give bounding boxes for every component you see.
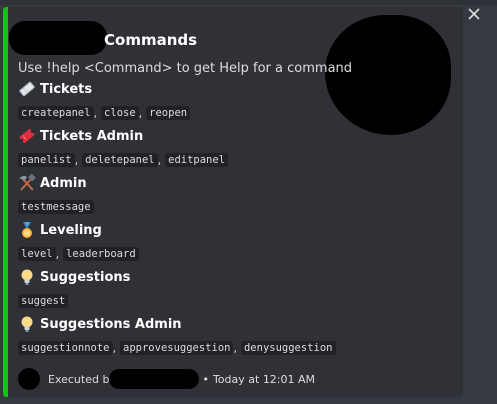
footer-timestamp: Today at 12:01 AM <box>212 372 316 386</box>
field-value-suggestions: suggest <box>18 293 130 309</box>
ticket-icon <box>18 80 36 98</box>
command-code: testmessage <box>18 200 94 214</box>
command-code: editpanel <box>165 153 229 167</box>
command-code: deletepanel <box>82 153 158 167</box>
command-code: panelist <box>18 153 75 167</box>
embed-footer: Executed b • Today at 12:01 AM <box>18 368 315 390</box>
field-name-tickets-admin: Tickets Admin <box>40 128 144 144</box>
command-code: close <box>101 106 139 120</box>
field-name-suggestions: Suggestions <box>40 269 131 285</box>
field-name-tickets: Tickets <box>40 81 93 97</box>
top-strip <box>0 0 497 5</box>
hammer-and-pick-icon <box>18 174 36 192</box>
field-tickets: Tickets createpanel, close, reopen <box>18 79 191 121</box>
admission-ticket-icon <box>18 127 36 145</box>
command-code: leaderboard <box>63 247 139 261</box>
command-code: createpanel <box>18 106 94 120</box>
light-bulb-icon <box>18 268 36 286</box>
close-icon <box>468 8 480 20</box>
embed-accent-bar <box>3 7 8 397</box>
redaction-title <box>9 21 107 55</box>
field-value-admin: testmessage <box>18 199 94 215</box>
field-name-suggestions-admin: Suggestions Admin <box>40 316 182 332</box>
light-bulb-icon <box>18 315 36 333</box>
command-code: level <box>18 247 56 261</box>
command-code: denysuggestion <box>240 341 336 355</box>
footer-executed-label: Executed b <box>48 372 110 386</box>
field-leveling: Leveling level, leaderboard <box>18 220 139 262</box>
embed-description: Use !help <Command> to get Help for a co… <box>18 61 353 76</box>
field-admin: Admin testmessage <box>18 173 94 215</box>
footer-bullet: • <box>202 372 209 386</box>
command-code: suggestionnote <box>18 341 113 355</box>
field-value-leveling: level, leaderboard <box>18 246 139 262</box>
command-code: reopen <box>146 106 191 120</box>
field-tickets-admin: Tickets Admin panelist, deletepanel, edi… <box>18 126 229 168</box>
field-value-suggestions-admin: suggestionnote, approvesuggestion, denys… <box>18 340 336 356</box>
discord-viewer: Commands Use !help <Command> to get Help… <box>0 0 497 404</box>
help-embed: Commands Use !help <Command> to get Help… <box>3 7 463 397</box>
footer-avatar <box>18 368 40 390</box>
command-code: suggest <box>18 294 69 308</box>
embed-title: Commands <box>104 31 198 49</box>
field-name-admin: Admin <box>40 175 87 191</box>
field-suggestions: Suggestions suggest <box>18 267 130 309</box>
field-suggestions-admin: Suggestions Admin suggestionnote, approv… <box>18 314 336 356</box>
close-button[interactable] <box>466 6 482 22</box>
field-name-leveling: Leveling <box>40 222 102 238</box>
field-value-tickets-admin: panelist, deletepanel, editpanel <box>18 152 229 168</box>
field-value-tickets: createpanel, close, reopen <box>18 105 191 121</box>
medal-icon <box>18 221 36 239</box>
command-code: approvesuggestion <box>120 341 234 355</box>
redaction-username <box>109 369 200 389</box>
